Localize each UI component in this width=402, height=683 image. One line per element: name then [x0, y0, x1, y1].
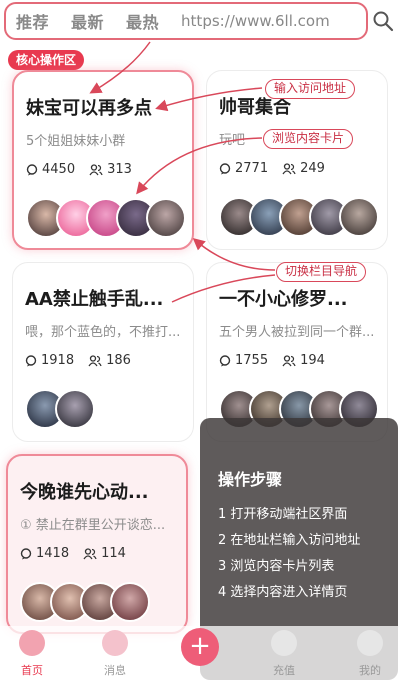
nav-mine[interactable]: 我的: [348, 630, 392, 678]
comment-icon: [26, 163, 38, 175]
avatar-group: [219, 197, 379, 237]
step-item: 3 浏览内容卡片列表: [218, 559, 335, 574]
avatar: [55, 389, 95, 429]
home-icon: [19, 630, 45, 656]
nav-home-label: 首页: [21, 664, 43, 677]
recharge-icon: [271, 630, 297, 656]
card-desc: ① 禁止在群里公开谈恋...: [20, 518, 166, 533]
nav-recharge[interactable]: 充值: [262, 630, 306, 678]
card-title: AA禁止触手乱...: [25, 289, 164, 310]
nav-messages[interactable]: 消息: [93, 630, 137, 678]
profile-icon: [357, 630, 383, 656]
tab-hottest[interactable]: 最热: [126, 9, 159, 33]
nav-messages-label: 消息: [104, 664, 126, 677]
group-card[interactable]: 一不小心修罗... 五个男人被拉到同一个群... 1755 194: [206, 262, 388, 442]
callout-enter-address: 输入访问地址: [265, 79, 356, 99]
card-desc: 五个男人被拉到同一个群...: [219, 325, 375, 340]
group-card[interactable]: 今晚谁先心动... ① 禁止在群里公开谈恋... 1418 114: [6, 454, 188, 634]
tab-latest[interactable]: 最新: [71, 9, 104, 33]
avatar-group: [20, 582, 150, 622]
comment-count: 1918: [41, 353, 75, 368]
avatar: [110, 582, 150, 622]
card-desc: 喂，那个蓝色的，不推打...: [25, 325, 181, 340]
comment-icon: [25, 354, 37, 366]
avatar: [339, 197, 379, 237]
members-icon: [83, 547, 97, 559]
member-count: 186: [106, 353, 131, 368]
step-item: 2 在地址栏输入访问地址: [218, 533, 361, 548]
callout-switch-nav: 切换栏目导航: [276, 262, 367, 282]
card-title: 妹宝可以再多点: [26, 98, 152, 119]
search-icon[interactable]: [372, 10, 394, 32]
card-title: 今晚谁先心动...: [20, 482, 149, 503]
comment-icon: [20, 547, 32, 559]
members-icon: [282, 354, 296, 366]
add-button[interactable]: +: [181, 628, 219, 666]
card-desc: 5个姐姐妹妹小群: [26, 134, 126, 149]
comment-count: 1755: [235, 353, 269, 368]
member-count: 313: [107, 162, 132, 177]
core-area-tag: 核心操作区: [8, 50, 85, 70]
comment-count: 2771: [235, 161, 269, 176]
message-icon: [102, 630, 128, 656]
avatar: [146, 198, 186, 238]
card-title: 一不小心修罗...: [219, 289, 348, 310]
url-address-text[interactable]: https://www.6ll.com: [181, 12, 330, 30]
step-item: 4 选择内容进入详情页: [218, 585, 348, 600]
members-icon: [89, 163, 103, 175]
comment-icon: [219, 162, 231, 174]
member-count: 249: [300, 161, 325, 176]
nav-recharge-label: 充值: [273, 664, 295, 677]
avatar-group: [26, 198, 186, 238]
member-count: 194: [300, 353, 325, 368]
nav-mine-label: 我的: [359, 664, 381, 677]
comment-count: 1418: [36, 546, 70, 561]
members-icon: [88, 354, 102, 366]
step-item: 1 打开移动端社区界面: [218, 507, 348, 522]
members-icon: [282, 162, 296, 174]
member-count: 114: [101, 546, 126, 561]
group-card[interactable]: 妹宝可以再多点 5个姐姐妹妹小群 4450 313: [12, 70, 194, 250]
comment-icon: [219, 354, 231, 366]
callout-browse-cards: 浏览内容卡片: [263, 129, 354, 149]
avatar-group: [25, 389, 95, 429]
nav-home[interactable]: 首页: [10, 630, 54, 678]
steps-title: 操作步骤: [218, 470, 283, 489]
top-nav-bar: 推荐 最新 最热 https://www.6ll.com: [4, 2, 368, 40]
group-card[interactable]: AA禁止触手乱... 喂，那个蓝色的，不推打... 1918 186: [12, 262, 194, 442]
comment-count: 4450: [42, 162, 76, 177]
tab-recommend[interactable]: 推荐: [16, 9, 49, 33]
